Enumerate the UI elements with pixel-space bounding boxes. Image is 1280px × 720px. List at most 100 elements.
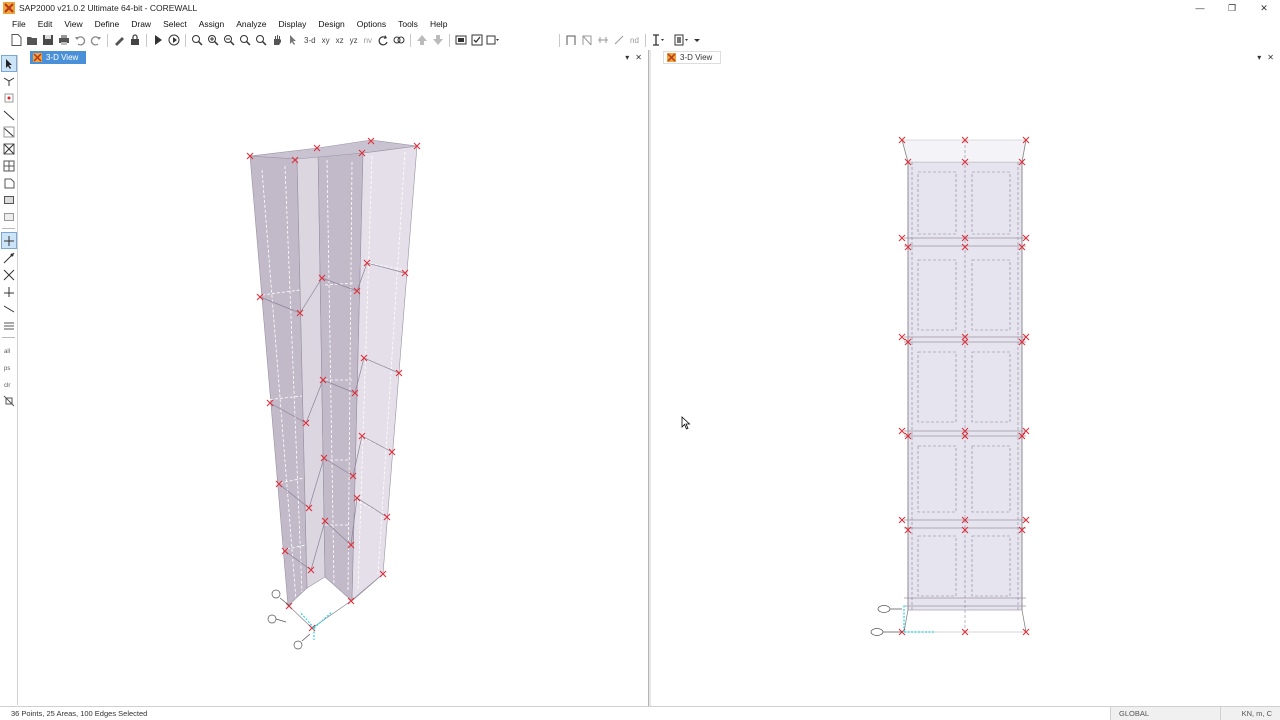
view-3d-button[interactable]: 3-d [301,36,319,45]
draw-brace-cross-icon[interactable] [1,140,17,157]
left-panel-header: 3-D View ▾ ✕ [18,50,648,65]
save-icon[interactable] [40,32,56,48]
new-file-icon[interactable] [8,32,24,48]
view-tab-icon [667,53,676,62]
draw-brace-icon[interactable] [579,32,595,48]
left-panel-close-icon[interactable]: ✕ [635,53,642,62]
more-tools-icon[interactable] [689,32,705,48]
redo-icon[interactable] [88,32,104,48]
left-3d-view-panel: 3-D View ▾ ✕ [18,50,648,706]
snap-points-icon[interactable] [1,232,17,249]
main-toolbar: 3-d xy xz yz nv nd [0,31,1280,49]
sap2000-app-icon [3,2,15,14]
snap-fine-grid-icon[interactable] [1,317,17,334]
close-button[interactable]: ✕ [1248,0,1280,16]
view-yz-button[interactable]: yz [347,36,361,45]
pointer-select-icon[interactable] [1,55,17,72]
refresh-pencil-icon[interactable] [111,32,127,48]
right-view-tab-label: 3-D View [680,53,713,62]
menu-draw[interactable]: Draw [125,19,157,29]
open-file-icon[interactable] [24,32,40,48]
section-designer-icon[interactable] [649,32,665,48]
menu-display[interactable]: Display [272,19,312,29]
left-panel-dropdown-icon[interactable]: ▾ [625,53,629,62]
menu-analyze[interactable]: Analyze [230,19,272,29]
set-display-options-icon[interactable] [469,32,485,48]
right-3d-view-panel: 3-D View ▾ ✕ [651,50,1280,706]
lock-icon[interactable] [127,32,143,48]
menu-tools[interactable]: Tools [392,19,424,29]
left-view-tab[interactable]: 3-D View [30,51,87,64]
window-title: SAP2000 v21.0.2 Ultimate 64-bit - COREWA… [19,3,198,13]
draw-link-icon[interactable] [611,32,627,48]
right-panel-close-icon[interactable]: ✕ [1267,53,1274,62]
undo-icon[interactable] [72,32,88,48]
svg-text:clr: clr [4,383,10,389]
run-now-icon[interactable] [166,32,182,48]
quick-draw-frame-icon[interactable] [1,123,17,140]
menu-select[interactable]: Select [157,19,193,29]
select-intersecting-icon[interactable] [1,392,17,409]
select-all-icon[interactable]: all [1,341,17,358]
reshape-icon[interactable] [1,72,17,89]
draw-joint-icon[interactable] [1,89,17,106]
zoom-in-icon[interactable] [205,32,221,48]
right-model-canvas[interactable] [651,65,1280,706]
zoom-out-icon[interactable] [221,32,237,48]
draw-frame-line-icon[interactable] [1,106,17,123]
draw-poly-area-icon[interactable] [1,174,17,191]
snap-ends-icon[interactable] [1,249,17,266]
display-settings-icon[interactable] [673,32,689,48]
zoom-window-icon[interactable] [189,32,205,48]
menu-help[interactable]: Help [424,19,453,29]
menu-edit[interactable]: Edit [32,19,59,29]
pointer-move-icon[interactable] [285,32,301,48]
right-panel-dropdown-icon[interactable]: ▾ [1257,53,1261,62]
view-xy-button[interactable]: xy [319,36,333,45]
select-previous-icon[interactable]: ps [1,358,17,375]
menu-file[interactable]: File [6,19,32,29]
draw-area-grid-icon[interactable] [1,157,17,174]
restore-button[interactable]: ❐ [1216,0,1248,16]
minimize-button[interactable]: — [1184,0,1216,16]
move-up-icon[interactable] [414,32,430,48]
menu-bar: File Edit View Define Draw Select Assign… [0,16,1280,31]
rotate-view-icon[interactable] [375,32,391,48]
menu-assign[interactable]: Assign [193,19,231,29]
quick-draw-area-icon[interactable] [1,208,17,225]
svg-text:all: all [4,349,10,355]
draw-section-cut-icon[interactable] [595,32,611,48]
pan-hand-icon[interactable] [269,32,285,48]
left-model-canvas[interactable] [18,65,648,706]
draw-rect-area-icon[interactable] [1,191,17,208]
move-down-icon[interactable] [430,32,446,48]
elevation-wall [901,139,1027,633]
display-dropdown-icon[interactable] [485,32,501,48]
menu-design[interactable]: Design [312,19,350,29]
run-analysis-icon[interactable] [150,32,166,48]
units-dropdown[interactable]: KN, m, C [1220,707,1280,720]
menu-options[interactable]: Options [351,19,392,29]
draw-frame-icon[interactable] [563,32,579,48]
nd-button[interactable]: nd [627,36,642,45]
clear-selection-icon[interactable]: clr [1,375,17,392]
view-nv-button[interactable]: nv [361,36,375,45]
snap-perpendicular-icon[interactable] [1,283,17,300]
right-view-tab[interactable]: 3-D View [663,51,722,64]
menu-define[interactable]: Define [89,19,126,29]
mouse-cursor-icon [681,416,691,430]
perspective-toggle-icon[interactable] [391,32,407,48]
menu-view[interactable]: View [58,19,88,29]
coord-system-label: GLOBAL [1119,709,1150,718]
zoom-full-icon[interactable] [237,32,253,48]
units-label: KN, m, C [1241,709,1272,718]
view-xz-button[interactable]: xz [333,36,347,45]
left-tool-strip: all ps clr [0,55,18,705]
print-icon[interactable] [56,32,72,48]
snap-lines-icon[interactable] [1,300,17,317]
snap-intersections-icon[interactable] [1,266,17,283]
axis-triad [299,611,333,640]
zoom-previous-icon[interactable] [253,32,269,48]
coord-system-dropdown[interactable]: GLOBAL [1110,707,1220,720]
object-shrink-icon[interactable] [453,32,469,48]
